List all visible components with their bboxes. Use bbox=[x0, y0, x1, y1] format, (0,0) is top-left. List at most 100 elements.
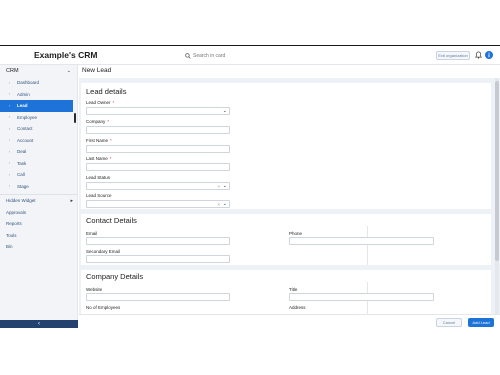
contact-details-section: Contact Details Email Phone Secondary Em… bbox=[81, 214, 491, 265]
sidebar-item-label: Task bbox=[17, 160, 27, 166]
company-label: Company * bbox=[86, 119, 110, 124]
sidebar-item-label: Account bbox=[17, 137, 34, 143]
company-details-section: Company Details Website Title No of Empl… bbox=[81, 270, 491, 314]
cancel-button[interactable]: Cancel bbox=[436, 318, 462, 327]
top-bar: Example's CRM Exit organization bbox=[0, 46, 500, 65]
sidebar-item-approvals[interactable]: Approvals bbox=[0, 207, 77, 219]
sidebar-item-label: Call bbox=[17, 172, 25, 178]
address-label: Address bbox=[289, 305, 306, 310]
sidebar-item-admin[interactable]: › Admin bbox=[0, 89, 77, 101]
chevron-right-icon: › bbox=[9, 80, 11, 85]
sidebar-item-label: Contact bbox=[17, 126, 33, 132]
sidebar-item-deal[interactable]: › Deal bbox=[0, 146, 77, 158]
clear-icon[interactable]: × bbox=[217, 183, 220, 190]
chevron-right-icon: › bbox=[9, 161, 11, 166]
sidebar-item-tools[interactable]: Tools bbox=[0, 230, 77, 242]
company-input[interactable] bbox=[86, 126, 230, 134]
sidebar-item-bin[interactable]: Bin bbox=[0, 241, 77, 253]
section-title: Company Details bbox=[86, 272, 144, 281]
required-mark: * bbox=[112, 100, 115, 105]
lead-source-select[interactable]: × ⌄ bbox=[86, 200, 230, 208]
sidebar-scrollbar[interactable] bbox=[74, 113, 76, 123]
secondary-email-input[interactable] bbox=[86, 255, 230, 263]
sidebar-item-task[interactable]: › Task bbox=[0, 158, 77, 170]
last-name-input[interactable] bbox=[86, 163, 230, 171]
chevron-right-icon: › bbox=[9, 115, 11, 120]
website-label: Website bbox=[86, 287, 103, 292]
main-panel: New Lead Lead details Lead Owner * ⌄ Comp… bbox=[79, 65, 500, 328]
sidebar-item-reports[interactable]: Reports bbox=[0, 218, 77, 230]
lead-owner-select[interactable]: ⌄ bbox=[86, 107, 230, 115]
exit-organization-button[interactable]: Exit organization bbox=[436, 51, 470, 60]
app-window: Example's CRM Exit organization CRM ⌄ bbox=[0, 45, 500, 328]
sidebar-item-dashboard[interactable]: › Dashboard bbox=[0, 77, 77, 89]
chevron-down-icon: ⌄ bbox=[222, 201, 227, 207]
sidebar-item-label: Bin bbox=[6, 244, 13, 250]
lead-status-select[interactable]: × ⌄ bbox=[86, 182, 230, 190]
bell-icon[interactable] bbox=[475, 51, 482, 59]
sidebar-collapse-button[interactable]: ‹ bbox=[0, 320, 78, 328]
sidebar-section-title: CRM bbox=[6, 68, 19, 74]
app-title: Example's CRM bbox=[34, 50, 98, 60]
first-name-input[interactable] bbox=[86, 145, 230, 153]
chevron-right-icon: › bbox=[9, 138, 11, 143]
sidebar-item-lead[interactable]: › Lead bbox=[0, 100, 73, 112]
sidebar-item-label: Reports bbox=[6, 221, 22, 227]
title-input[interactable] bbox=[289, 293, 434, 301]
sidebar-item-account[interactable]: › Account bbox=[0, 135, 77, 147]
column-divider bbox=[367, 226, 368, 265]
chevron-right-icon: › bbox=[9, 184, 11, 189]
sidebar-item-call[interactable]: › Call bbox=[0, 169, 77, 181]
chevron-right-icon: › bbox=[9, 149, 11, 154]
sidebar-item-stage[interactable]: › Stage bbox=[0, 181, 77, 193]
section-title: Lead details bbox=[86, 87, 127, 96]
lead-status-label: Lead Status bbox=[86, 175, 111, 180]
sidebar-item-label: Dashboard bbox=[17, 80, 40, 86]
scrollbar-thumb[interactable] bbox=[495, 81, 499, 261]
chevron-right-icon: › bbox=[9, 103, 11, 108]
sidebar: CRM ⌄ › Dashboard › Admin › Lead › Employee … bbox=[0, 65, 78, 328]
sidebar-item-label: Tools bbox=[6, 232, 17, 238]
required-mark: * bbox=[109, 156, 112, 161]
secondary-email-label: Secondary Email bbox=[86, 249, 121, 254]
sidebar-item-label: Admin bbox=[17, 91, 30, 97]
email-label: Email bbox=[86, 231, 98, 236]
content-scrollbar[interactable] bbox=[495, 78, 499, 314]
chevron-right-icon: › bbox=[9, 126, 11, 131]
lead-owner-label: Lead Owner * bbox=[86, 100, 115, 105]
sidebar-item-label: Lead bbox=[17, 103, 28, 109]
lead-details-section: Lead details Lead Owner * ⌄ Company * Firs… bbox=[81, 83, 491, 209]
sidebar-item-hidden-widget[interactable]: Hidden Widget ▸ bbox=[0, 195, 77, 207]
employees-label: No of Employees bbox=[86, 305, 121, 310]
chevron-right-icon: › bbox=[9, 172, 11, 177]
required-mark: * bbox=[110, 138, 112, 143]
website-input[interactable] bbox=[86, 293, 230, 301]
email-input[interactable] bbox=[86, 237, 230, 245]
info-icon[interactable] bbox=[485, 51, 493, 59]
screen: Example's CRM Exit organization CRM ⌄ bbox=[0, 0, 500, 375]
clear-icon[interactable]: × bbox=[217, 201, 220, 208]
chevron-down-icon: ⌄ bbox=[66, 68, 71, 74]
add-lead-button[interactable]: Add Lead bbox=[468, 318, 494, 327]
form-content: Lead details Lead Owner * ⌄ Company * Firs… bbox=[79, 78, 500, 314]
phone-label: Phone bbox=[289, 231, 303, 236]
caret-right-icon: ▸ bbox=[70, 197, 73, 204]
title-label: Title bbox=[289, 287, 298, 292]
search-input[interactable] bbox=[193, 53, 253, 59]
sidebar-item-label: Approvals bbox=[6, 209, 27, 215]
sidebar-item-contact[interactable]: › Contact bbox=[0, 123, 77, 135]
first-name-label: First Name * bbox=[86, 138, 112, 143]
sidebar-section-crm[interactable]: CRM ⌄ bbox=[0, 65, 77, 77]
search-icon bbox=[185, 53, 191, 59]
search-box[interactable] bbox=[185, 51, 265, 61]
sidebar-item-employee[interactable]: › Employee bbox=[0, 112, 77, 124]
form-footer: Cancel Add Lead bbox=[79, 314, 500, 328]
chevron-left-icon: ‹ bbox=[38, 321, 40, 327]
sidebar-item-label: Stage bbox=[17, 183, 29, 189]
phone-input[interactable] bbox=[289, 237, 434, 245]
sidebar-item-label: Hidden Widget bbox=[6, 198, 36, 204]
sidebar-item-label: Deal bbox=[17, 149, 27, 155]
last-name-label: Last Name * bbox=[86, 156, 112, 161]
chevron-down-icon: ⌄ bbox=[222, 183, 227, 189]
section-title: Contact Details bbox=[86, 216, 137, 225]
